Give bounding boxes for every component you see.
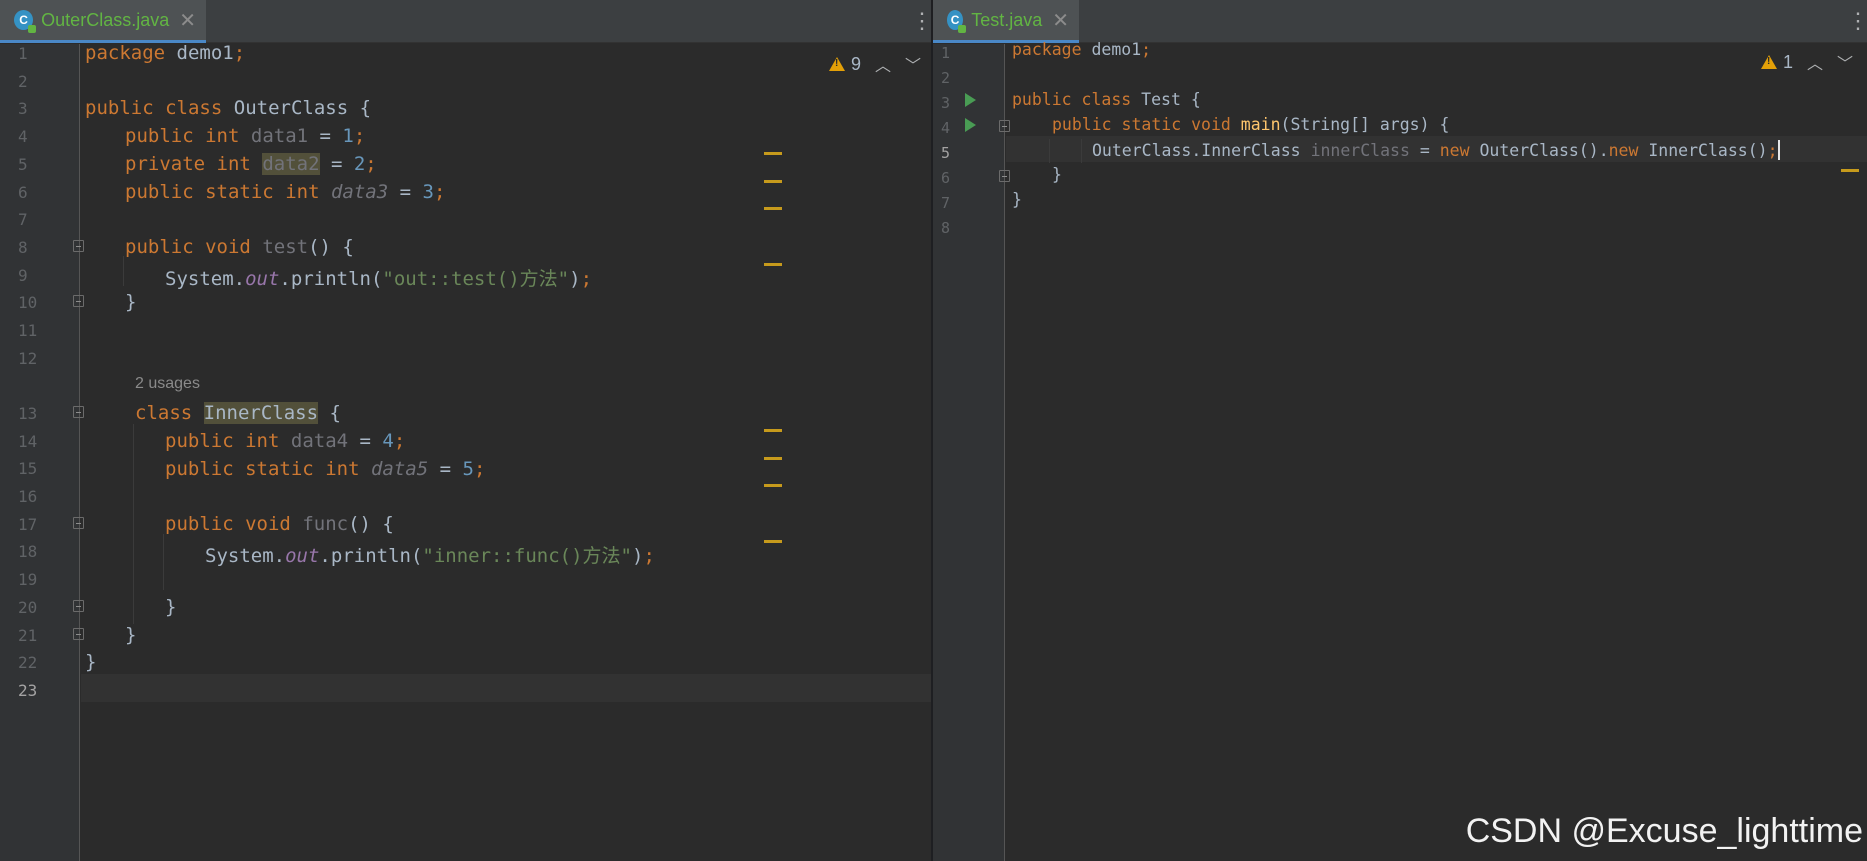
fold-icon[interactable] — [999, 170, 1010, 182]
code-editor[interactable]: 1 ︿ ﹀ 12345678 package demo1; public cla… — [933, 40, 1867, 861]
warning-stripe-mark[interactable] — [764, 263, 782, 266]
close-icon[interactable]: ✕ — [1052, 8, 1069, 33]
line-number[interactable]: 3 — [18, 99, 28, 118]
warning-stripe-mark[interactable] — [1841, 169, 1859, 172]
left-tab-bar: C OuterClass.java ✕ ⋮ — [0, 0, 931, 43]
line-number[interactable]: 16 — [18, 487, 37, 506]
usages-inlay-hint[interactable]: 2 usages — [135, 375, 200, 393]
line-number[interactable]: 9 — [18, 266, 28, 285]
text-caret — [1777, 140, 1780, 160]
line-number[interactable]: 4 — [941, 119, 950, 137]
warning-stripe-mark[interactable] — [764, 484, 782, 487]
gutter — [933, 44, 1005, 861]
warning-count: 1 — [1782, 51, 1793, 72]
warning-stripe-mark[interactable] — [764, 429, 782, 432]
line-number[interactable]: 12 — [18, 349, 37, 368]
right-editor-pane: C Test.java ✕ ⋮ 1 ︿ ﹀ 12345678 package d… — [933, 0, 1867, 861]
more-options-icon[interactable]: ⋮ — [1847, 10, 1867, 32]
line-number[interactable]: 5 — [18, 155, 28, 174]
java-class-icon: C — [14, 10, 37, 33]
previous-highlight-icon[interactable]: ︿ — [1807, 50, 1823, 74]
more-options-icon[interactable]: ⋮ — [911, 10, 931, 32]
tab-label: OuterClass.java — [41, 9, 170, 30]
line-number[interactable]: 2 — [18, 72, 28, 91]
tab-outerclass-java[interactable]: C OuterClass.java ✕ — [0, 0, 206, 43]
line-number[interactable]: 3 — [941, 94, 950, 112]
line-number[interactable]: 8 — [18, 238, 28, 257]
indent-guide — [163, 534, 164, 590]
line-number[interactable]: 5 — [941, 144, 950, 162]
line-number[interactable]: 10 — [18, 293, 37, 312]
inspection-widget[interactable]: 1 ︿ ﹀ — [1760, 50, 1853, 74]
line-number[interactable]: 6 — [18, 183, 28, 202]
indent-guide — [1049, 139, 1050, 163]
fold-icon[interactable] — [73, 240, 84, 252]
line-number[interactable]: 22 — [18, 653, 37, 672]
code-editor[interactable]: 9 ︿ ﹀ 1234567891011121314151617181920212… — [0, 42, 931, 861]
line-number[interactable]: 18 — [18, 542, 37, 561]
gutter — [0, 44, 80, 861]
warning-icon — [1760, 55, 1777, 69]
line-number[interactable]: 7 — [18, 210, 28, 229]
indent-guide — [1081, 139, 1082, 163]
line-number[interactable]: 14 — [18, 432, 37, 451]
line-number[interactable]: 17 — [18, 515, 37, 534]
warning-stripe-mark[interactable] — [764, 540, 782, 543]
line-number[interactable]: 2 — [941, 69, 950, 87]
line-number[interactable]: 1 — [941, 44, 950, 62]
fold-icon[interactable] — [73, 295, 84, 307]
line-number[interactable]: 15 — [18, 459, 37, 478]
line-number[interactable]: 6 — [941, 169, 950, 187]
warning-stripe-mark[interactable] — [764, 152, 782, 155]
line-number[interactable]: 13 — [18, 404, 37, 423]
line-number[interactable]: 7 — [941, 194, 950, 212]
left-editor-pane: C OuterClass.java ✕ ⋮ 9 ︿ ﹀ 123456789101… — [0, 0, 931, 861]
line-number[interactable]: 8 — [941, 219, 950, 237]
code-line-1: package demo1; — [85, 42, 246, 64]
close-icon[interactable]: ✕ — [179, 8, 196, 33]
run-icon[interactable] — [965, 93, 976, 107]
right-tab-bar: C Test.java ✕ ⋮ — [933, 0, 1867, 43]
watermark: CSDN @Excuse_lighttime — [1465, 812, 1863, 850]
fold-icon[interactable] — [999, 120, 1010, 132]
warning-stripe-mark[interactable] — [764, 180, 782, 183]
next-highlight-icon[interactable]: ﹀ — [1837, 50, 1853, 74]
line-number[interactable]: 11 — [18, 321, 37, 340]
tab-test-java[interactable]: C Test.java ✕ — [933, 0, 1079, 43]
line-number[interactable]: 21 — [18, 626, 37, 645]
run-icon[interactable] — [965, 118, 976, 132]
tab-label: Test.java — [971, 9, 1043, 30]
line-number[interactable]: 23 — [18, 681, 37, 700]
indent-guide — [123, 256, 124, 286]
fold-icon[interactable] — [73, 406, 84, 418]
fold-icon[interactable] — [73, 628, 84, 640]
warning-stripe-mark[interactable] — [764, 207, 782, 210]
line-number[interactable]: 4 — [18, 127, 28, 146]
indent-guide — [133, 424, 134, 624]
fold-icon[interactable] — [73, 600, 84, 612]
line-number[interactable]: 19 — [18, 570, 37, 589]
fold-icon[interactable] — [73, 517, 84, 529]
current-line-highlight — [81, 674, 931, 702]
java-class-icon: C — [947, 10, 967, 33]
line-number[interactable]: 20 — [18, 598, 37, 617]
warning-stripe-mark[interactable] — [764, 457, 782, 460]
